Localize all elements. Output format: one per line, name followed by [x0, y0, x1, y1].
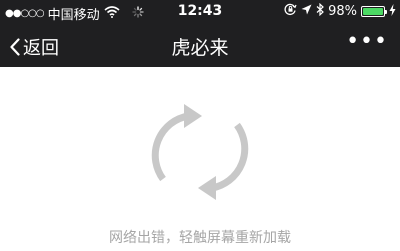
- status-right: 98%: [284, 2, 396, 20]
- status-bar: ●●○○○ 中国移动 12:43 98%: [0, 0, 400, 24]
- refresh-icon[interactable]: [150, 95, 250, 207]
- charging-bolt-icon: [389, 3, 396, 20]
- top-bar: ●●○○○ 中国移动 12:43 98% 返回 虎必来 •••: [0, 0, 400, 67]
- battery-level: [363, 8, 383, 15]
- more-menu-button[interactable]: •••: [346, 31, 388, 53]
- battery-icon: [361, 6, 387, 17]
- bluetooth-icon: [316, 2, 324, 20]
- page-title: 虎必来: [171, 37, 229, 59]
- error-message: 网络出错，轻触屏幕重新加载: [109, 230, 291, 246]
- orientation-lock-icon: [284, 3, 297, 20]
- location-arrow-icon: [301, 4, 312, 19]
- navigation-bar: 返回 虎必来 •••: [0, 24, 400, 67]
- battery-percent: 98%: [328, 4, 357, 19]
- error-content-area[interactable]: 网络出错，轻触屏幕重新加载: [0, 67, 400, 251]
